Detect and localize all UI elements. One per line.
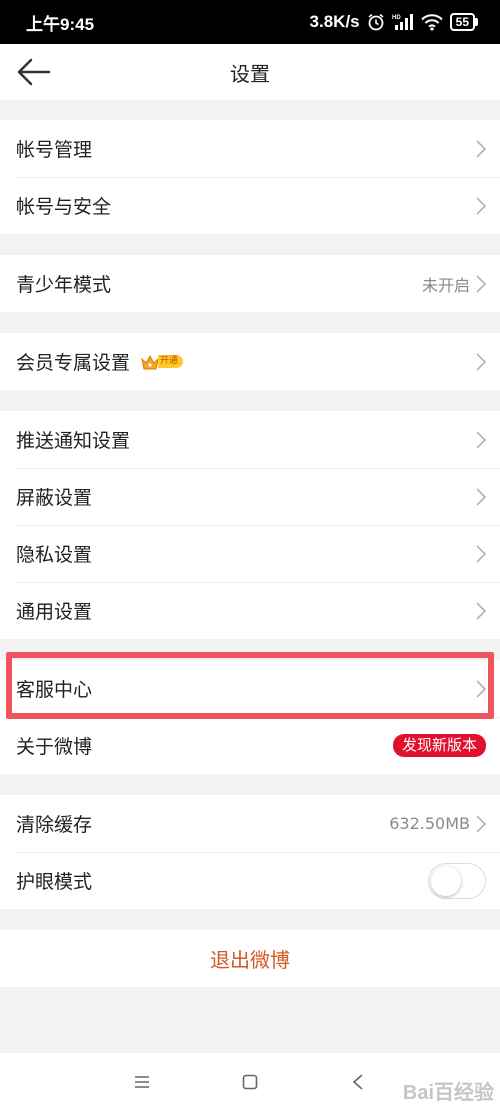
about-weibo-item[interactable]: 关于微博 发现新版本: [0, 717, 500, 774]
chevron-right-icon: [476, 196, 486, 215]
square-icon: [242, 1074, 258, 1090]
arrow-left-icon: [17, 58, 51, 86]
push-notification-item[interactable]: 推送通知设置: [0, 411, 500, 468]
battery-icon: 55: [449, 13, 478, 31]
cache-size: 632.50MB: [389, 814, 470, 833]
logout-button[interactable]: 退出微博: [0, 930, 500, 987]
status-time: 上午9:45: [26, 14, 95, 34]
chevron-right-icon: [476, 679, 486, 698]
watermark: Bai百经验: [402, 1082, 494, 1104]
back-button[interactable]: [16, 57, 52, 87]
triangle-back-icon: [352, 1074, 363, 1090]
block-settings-item[interactable]: 屏蔽设置: [0, 468, 500, 525]
wifi-icon: [420, 14, 443, 31]
chevron-right-icon: [476, 274, 486, 293]
menu-icon: [135, 1076, 149, 1088]
chevron-right-icon: [476, 814, 486, 833]
privacy-settings-item[interactable]: 隐私设置: [0, 525, 500, 582]
vip-settings-item[interactable]: 会员专属设置 开通: [0, 333, 500, 390]
teen-mode-group: 青少年模式 未开启: [0, 255, 500, 312]
teen-mode-item[interactable]: 青少年模式 未开启: [0, 255, 500, 312]
svg-text:HD: HD: [392, 15, 401, 21]
menu-button[interactable]: [130, 1070, 154, 1094]
general-settings-item[interactable]: 通用设置: [0, 582, 500, 639]
new-version-badge: 发现新版本: [392, 734, 486, 757]
general-group: 推送通知设置 屏蔽设置 隐私设置 通用设置: [0, 411, 500, 639]
status-bar: 上午9:45 3.8K/s HD 55: [0, 0, 500, 44]
chevron-right-icon: [476, 430, 486, 449]
status-icons: 3.8K/s HD 55: [310, 12, 478, 32]
storage-group: 清除缓存 632.50MB 护眼模式: [0, 795, 500, 909]
chevron-right-icon: [476, 487, 486, 506]
chevron-right-icon: [476, 601, 486, 620]
service-group: 客服中心 关于微博 发现新版本: [0, 660, 500, 774]
eye-protection-toggle[interactable]: [428, 862, 486, 899]
header: 设置: [0, 44, 500, 100]
system-back-button[interactable]: [346, 1070, 370, 1094]
clear-cache-item[interactable]: 清除缓存 632.50MB: [0, 795, 500, 852]
network-speed: 3.8K/s: [309, 12, 360, 31]
chevron-right-icon: [476, 544, 486, 563]
vip-open-badge[interactable]: 开通: [140, 353, 184, 371]
chevron-right-icon: [476, 352, 486, 371]
page-title: 设置: [230, 61, 270, 86]
customer-service-item[interactable]: 客服中心: [0, 660, 500, 717]
chevron-right-icon: [476, 139, 486, 158]
account-group: 帐号管理 帐号与安全: [0, 120, 500, 234]
account-security-item[interactable]: 帐号与安全: [0, 177, 500, 234]
vip-group: 会员专属设置 开通: [0, 333, 500, 390]
home-button[interactable]: [238, 1070, 262, 1094]
eye-protection-item: 护眼模式: [0, 852, 500, 909]
crown-icon: [141, 354, 159, 369]
account-management-item[interactable]: 帐号管理: [0, 120, 500, 177]
signal-icon: HD: [392, 14, 413, 30]
alarm-icon: [368, 13, 384, 31]
battery-level: 55: [449, 13, 475, 31]
teen-mode-status: 未开启: [421, 275, 470, 295]
